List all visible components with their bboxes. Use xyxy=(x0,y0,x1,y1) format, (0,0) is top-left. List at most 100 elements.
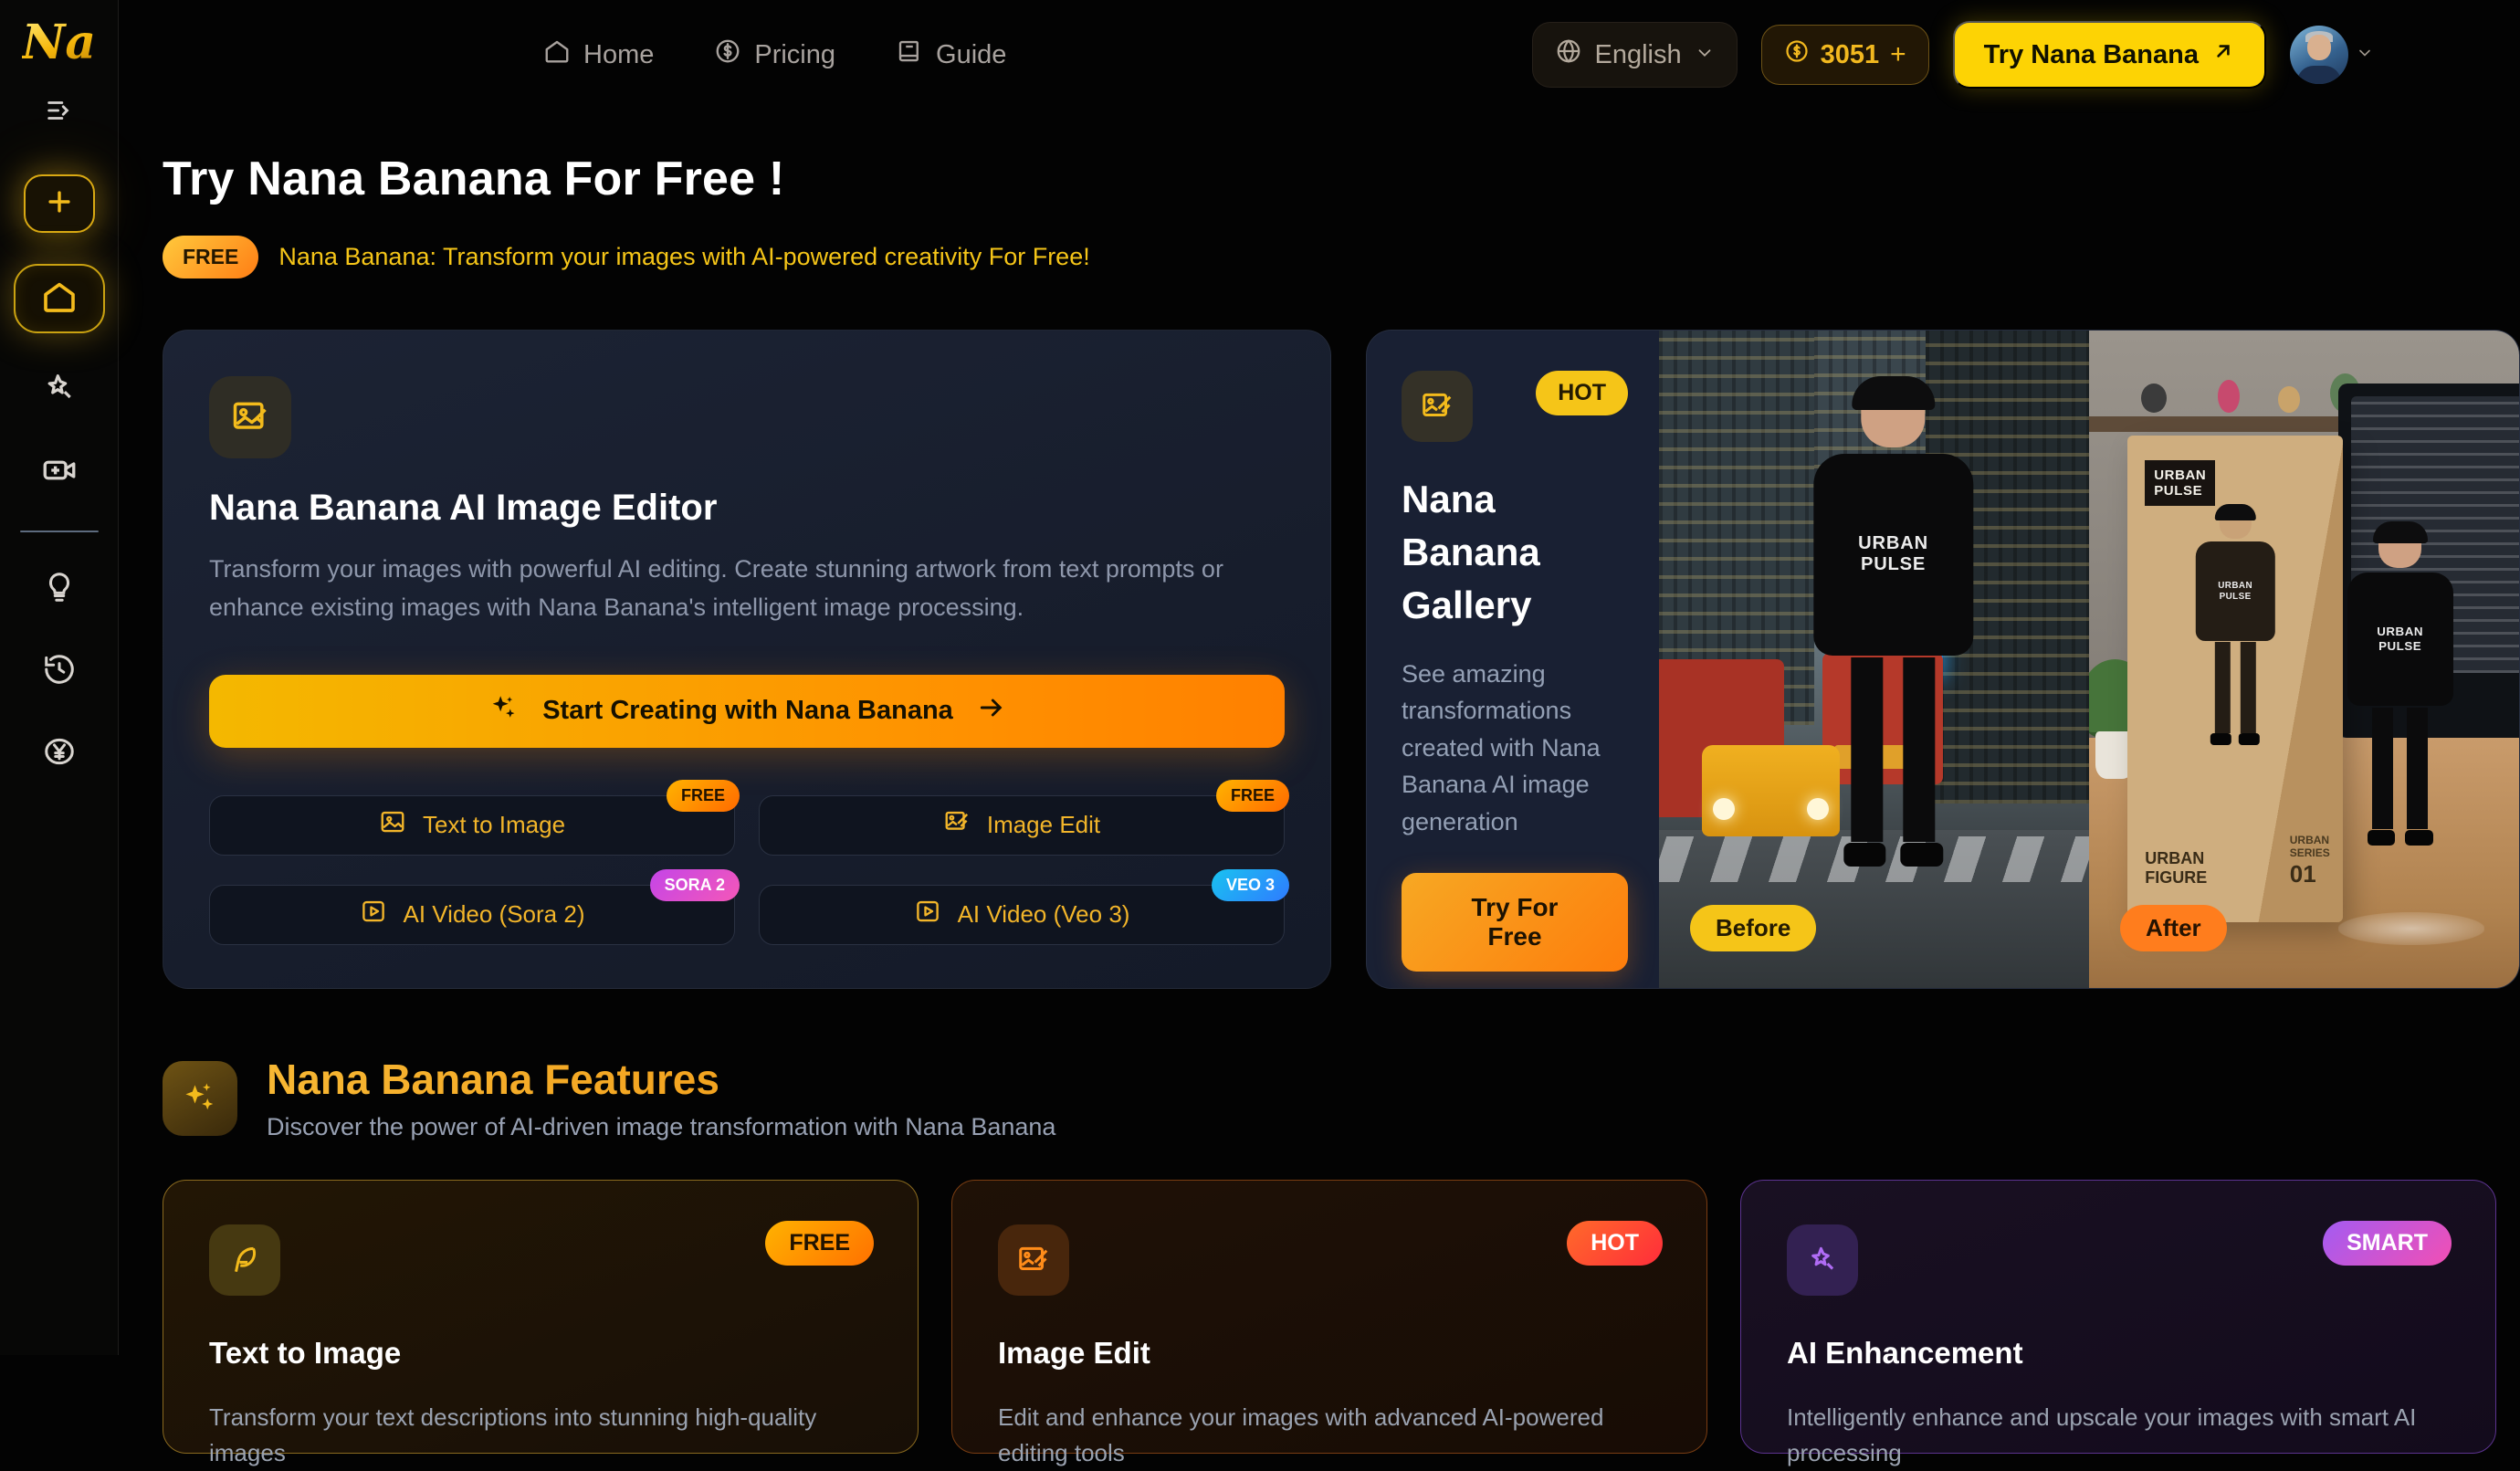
sidebar-item-magic-edit[interactable] xyxy=(32,364,87,415)
quick-action-ai-video-veo[interactable]: AI Video (Veo 3) VEO 3 xyxy=(759,885,1285,945)
nav-label: Pricing xyxy=(754,40,835,70)
try-nana-banana-button[interactable]: Try Nana Banana xyxy=(1953,21,2266,89)
quick-action-ai-video-sora[interactable]: AI Video (Sora 2) SORA 2 xyxy=(209,885,735,945)
editor-card: Nana Banana AI Image Editor Transform yo… xyxy=(163,330,1331,989)
coin-icon xyxy=(1784,38,1810,71)
feature-title: AI Enhancement xyxy=(1787,1336,2450,1371)
free-badge: FREE xyxy=(667,780,740,812)
image-icon-chip xyxy=(209,376,291,458)
quick-action-text-to-image[interactable]: Text to Image FREE xyxy=(209,795,735,856)
gallery-before-after: URBAN PULSE Before xyxy=(1659,331,2519,988)
magic-star-icon xyxy=(41,370,78,411)
feature-cards-row: FREE Text to Image Transform your text d… xyxy=(163,1180,2520,1454)
before-label: Before xyxy=(1690,905,1816,951)
image-edit-icon-chip xyxy=(1402,371,1473,442)
main-nav: Home Pricing Guide xyxy=(543,37,1006,72)
nav-item-guide[interactable]: Guide xyxy=(896,37,1006,72)
play-video-icon xyxy=(360,898,387,931)
quick-actions: Text to Image FREE Image Edit FREE xyxy=(209,795,1285,945)
credits-value: 3051 xyxy=(1821,40,1880,70)
language-value: English xyxy=(1595,40,1682,70)
feature-description: Edit and enhance your images with advanc… xyxy=(998,1400,1661,1471)
image-icon xyxy=(230,397,270,437)
currency-yen-icon xyxy=(42,734,77,773)
collapse-panel-icon xyxy=(44,95,75,131)
feature-title: Image Edit xyxy=(998,1336,1661,1371)
main-content: Try Nana Banana For Free ! FREE Nana Ban… xyxy=(119,110,2520,1454)
features-title: Nana Banana Features xyxy=(267,1055,1055,1104)
sidebar-item-credits[interactable] xyxy=(32,728,87,779)
image-edit-icon xyxy=(1420,389,1454,424)
nav-item-home[interactable]: Home xyxy=(543,37,654,72)
person-figure: URBAN PULSE xyxy=(1813,376,1974,867)
feather-icon-chip xyxy=(209,1224,280,1296)
figure-box: URBAN PULSE URBAN PULSE URBAN FIGURE URB… xyxy=(2127,436,2343,922)
editor-card-title: Nana Banana AI Image Editor xyxy=(209,488,1285,529)
gallery-card-description: See amazing transformations created with… xyxy=(1402,656,1628,841)
quick-action-image-edit[interactable]: Image Edit FREE xyxy=(759,795,1285,856)
gallery-before-image[interactable]: URBAN PULSE Before xyxy=(1659,331,2089,988)
sparkles-icon xyxy=(488,692,519,730)
smart-badge: SMART xyxy=(2323,1221,2452,1266)
magic-star-icon-chip xyxy=(1787,1224,1858,1296)
gallery-card-title: Nana Banana Gallery xyxy=(1402,473,1628,632)
feature-title: Text to Image xyxy=(209,1336,872,1371)
language-selector[interactable]: English xyxy=(1532,22,1738,88)
features-header: Nana Banana Features Discover the power … xyxy=(163,1055,2520,1141)
user-menu[interactable] xyxy=(2290,26,2374,84)
brand-logo: Na xyxy=(22,16,96,68)
sora-badge: SORA 2 xyxy=(650,869,740,901)
topbar: Home Pricing Guide xyxy=(119,0,2520,110)
hero-subtitle: Nana Banana: Transform your images with … xyxy=(278,243,1089,271)
credits-badge[interactable]: 3051 + xyxy=(1761,25,1929,85)
feature-card-image-edit[interactable]: HOT Image Edit Edit and enhance your ima… xyxy=(951,1180,1707,1454)
features-subtitle: Discover the power of AI-driven image tr… xyxy=(267,1113,1055,1141)
avatar xyxy=(2290,26,2348,84)
collapse-sidebar-button[interactable] xyxy=(39,92,79,132)
start-creating-label: Start Creating with Nana Banana xyxy=(542,696,953,726)
start-creating-button[interactable]: Start Creating with Nana Banana xyxy=(209,675,1285,748)
add-credits-plus[interactable]: + xyxy=(1890,39,1906,70)
nav-item-pricing[interactable]: Pricing xyxy=(714,37,835,72)
new-creation-button[interactable] xyxy=(24,174,95,233)
hot-badge: HOT xyxy=(1536,371,1628,415)
try-for-free-button[interactable]: Try For Free xyxy=(1402,873,1628,972)
play-video-icon xyxy=(914,898,941,931)
image-icon xyxy=(379,808,406,842)
chevron-down-icon xyxy=(2356,44,2374,67)
gallery-after-image[interactable]: URBAN PULSE URBAN PULSE URBAN FIGURE URB… xyxy=(2089,331,2519,988)
image-edit-icon xyxy=(943,808,971,842)
sparkles-icon xyxy=(180,1078,220,1119)
dollar-circle-icon xyxy=(714,37,741,72)
video-plus-icon xyxy=(40,451,79,494)
free-badge: FREE xyxy=(163,236,258,278)
feature-card-text-to-image[interactable]: FREE Text to Image Transform your text d… xyxy=(163,1180,919,1454)
magic-star-icon xyxy=(1805,1243,1840,1277)
free-badge: FREE xyxy=(1216,780,1289,812)
chevron-down-icon xyxy=(1695,40,1715,70)
feature-description: Intelligently enhance and upscale your i… xyxy=(1787,1400,2450,1471)
arrow-right-icon xyxy=(977,693,1006,730)
free-badge: FREE xyxy=(765,1221,874,1266)
image-edit-icon-chip xyxy=(998,1224,1069,1296)
feature-card-ai-enhancement[interactable]: SMART AI Enhancement Intelligently enhan… xyxy=(1740,1180,2496,1454)
book-icon xyxy=(896,37,923,72)
figurine: URBAN PULSE xyxy=(2347,521,2453,846)
quick-action-label: Image Edit xyxy=(987,811,1100,839)
sidebar-item-ai-video[interactable] xyxy=(32,447,87,498)
sidebar-item-history[interactable] xyxy=(32,646,87,697)
quick-action-label: Text to Image xyxy=(423,811,565,839)
sidebar-divider xyxy=(20,531,99,532)
editor-card-description: Transform your images with powerful AI e… xyxy=(209,551,1268,627)
quick-action-label: AI Video (Sora 2) xyxy=(404,900,585,929)
plus-icon xyxy=(44,186,75,222)
sidebar-item-home[interactable] xyxy=(14,264,105,333)
feather-icon xyxy=(227,1243,262,1277)
veo-badge: VEO 3 xyxy=(1212,869,1289,901)
nav-label: Home xyxy=(583,40,654,70)
sidebar-item-inspiration[interactable] xyxy=(32,563,87,615)
globe-icon xyxy=(1555,37,1582,72)
sidebar: Na xyxy=(0,0,119,1355)
after-label: After xyxy=(2120,905,2227,951)
home-icon xyxy=(41,278,78,320)
